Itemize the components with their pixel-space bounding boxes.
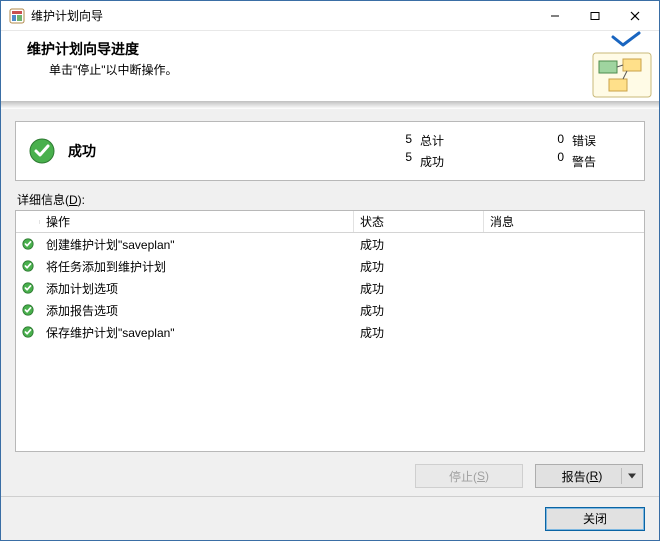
button-row: 停止(S) 报告(R) <box>15 452 645 488</box>
summary-status: 成功 <box>68 141 96 161</box>
error-count: 0 <box>540 132 564 146</box>
page-subtitle: 单击"停止"以中断操作。 <box>49 61 643 78</box>
error-label: 错误 <box>572 132 632 149</box>
row-status: 成功 <box>354 278 484 299</box>
row-operation: 创建维护计划"saveplan" <box>40 234 354 255</box>
table-row[interactable]: 添加计划选项成功 <box>16 277 644 299</box>
row-message <box>484 330 644 334</box>
close-window-button[interactable] <box>615 2 655 30</box>
total-label: 总计 <box>420 132 540 149</box>
row-operation: 将任务添加到维护计划 <box>40 256 354 277</box>
row-operation: 保存维护计划"saveplan" <box>40 322 354 343</box>
row-success-icon <box>16 235 40 253</box>
page-title: 维护计划向导进度 <box>27 39 643 59</box>
details-grid[interactable]: 操作 状态 消息 创建维护计划"saveplan"成功将任务添加到维护计划成功添… <box>15 210 645 452</box>
row-operation: 添加计划选项 <box>40 278 354 299</box>
col-status[interactable]: 状态 <box>354 211 484 232</box>
row-status: 成功 <box>354 234 484 255</box>
titlebar: 维护计划向导 <box>1 1 659 31</box>
window-title: 维护计划向导 <box>31 7 103 24</box>
minimize-button[interactable] <box>535 2 575 30</box>
separator-shadow <box>1 101 659 109</box>
app-icon <box>9 8 25 24</box>
grid-header: 操作 状态 消息 <box>16 211 644 233</box>
row-status: 成功 <box>354 322 484 343</box>
col-icon[interactable] <box>16 220 40 224</box>
header: 维护计划向导进度 单击"停止"以中断操作。 <box>1 31 659 101</box>
row-success-icon <box>16 257 40 275</box>
close-button[interactable]: 关闭 <box>545 507 645 531</box>
success-icon <box>28 137 56 165</box>
maximize-button[interactable] <box>575 2 615 30</box>
row-status: 成功 <box>354 300 484 321</box>
table-row[interactable]: 创建维护计划"saveplan"成功 <box>16 233 644 255</box>
header-illustration <box>579 31 659 101</box>
row-success-icon <box>16 323 40 341</box>
col-operation[interactable]: 操作 <box>40 211 354 232</box>
row-message <box>484 242 644 246</box>
table-row[interactable]: 将任务添加到维护计划成功 <box>16 255 644 277</box>
success-label: 成功 <box>420 153 540 170</box>
body: 成功 5 5 总计 成功 0 0 错误 警告 <box>1 109 659 496</box>
summary-counts: 5 5 总计 成功 0 0 错误 警告 <box>108 132 632 170</box>
table-row[interactable]: 保存维护计划"saveplan"成功 <box>16 321 644 343</box>
details-label: 详细信息(D): <box>17 191 643 208</box>
row-message <box>484 308 644 312</box>
row-message <box>484 286 644 290</box>
row-message <box>484 264 644 268</box>
row-success-icon <box>16 279 40 297</box>
stop-button: 停止(S) <box>415 464 523 488</box>
footer: 关闭 <box>1 496 659 540</box>
report-button[interactable]: 报告(R) <box>535 464 643 488</box>
row-operation: 添加报告选项 <box>40 300 354 321</box>
success-count: 5 <box>382 150 412 164</box>
row-success-icon <box>16 301 40 319</box>
warning-label: 警告 <box>572 153 632 170</box>
summary-panel: 成功 5 5 总计 成功 0 0 错误 警告 <box>15 121 645 181</box>
row-status: 成功 <box>354 256 484 277</box>
dialog-window: 维护计划向导 维护计划向导进度 单击"停止"以中断操作。 <box>0 0 660 541</box>
total-count: 5 <box>382 132 412 146</box>
col-message[interactable]: 消息 <box>484 211 644 232</box>
table-row[interactable]: 添加报告选项成功 <box>16 299 644 321</box>
warning-count: 0 <box>540 150 564 164</box>
